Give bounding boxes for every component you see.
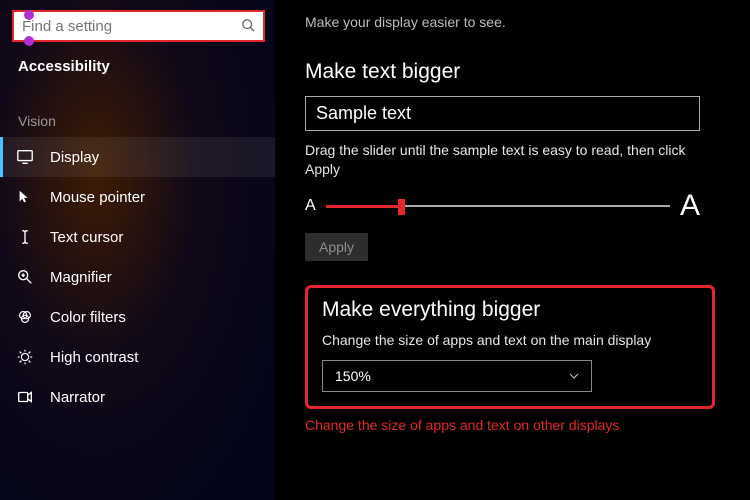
text-cursor-icon: [16, 228, 34, 246]
sidebar-item-display[interactable]: Display: [0, 137, 275, 177]
slider-track: [401, 205, 670, 207]
sidebar-item-label: Text cursor: [50, 229, 123, 246]
intro-text: Make your display easier to see.: [305, 14, 730, 30]
sidebar-item-high-contrast[interactable]: High contrast: [0, 337, 275, 377]
scale-description: Change the size of apps and text on the …: [322, 332, 698, 348]
sidebar-item-label: Color filters: [50, 309, 126, 326]
sidebar-item-mouse-pointer[interactable]: Mouse pointer: [0, 177, 275, 217]
search-input[interactable]: [12, 10, 265, 42]
slider-max-label: A: [680, 189, 700, 223]
slider-description: Drag the slider until the sample text is…: [305, 141, 705, 179]
main-panel: Make your display easier to see. Make te…: [275, 0, 750, 500]
dropdown-value: 150%: [335, 368, 371, 384]
sidebar: Accessibility Vision Display Mouse point…: [0, 0, 275, 500]
sidebar-item-label: Mouse pointer: [50, 189, 145, 206]
slider-thumb[interactable]: [398, 199, 405, 215]
sidebar-item-color-filters[interactable]: Color filters: [0, 297, 275, 337]
heading-make-text-bigger: Make text bigger: [305, 60, 730, 84]
chevron-down-icon: [569, 371, 579, 381]
high-contrast-icon: [16, 348, 34, 366]
text-size-slider[interactable]: [326, 196, 670, 216]
magnifier-icon: [16, 268, 34, 286]
link-other-displays[interactable]: Change the size of apps and text on othe…: [305, 417, 730, 433]
display-scale-dropdown[interactable]: 150%: [322, 360, 592, 392]
sidebar-item-label: Display: [50, 149, 99, 166]
highlight-make-everything-bigger: Make everything bigger Change the size o…: [305, 285, 715, 409]
heading-make-everything-bigger: Make everything bigger: [322, 298, 698, 322]
sample-text-preview: Sample text: [305, 96, 700, 131]
sidebar-item-narrator[interactable]: Narrator: [0, 377, 275, 417]
slider-min-label: A: [305, 197, 316, 215]
text-size-slider-row: A A: [305, 189, 700, 223]
slider-track-filled: [326, 205, 402, 208]
text-caret-handle-icon: [24, 36, 34, 46]
sidebar-item-label: High contrast: [50, 349, 138, 366]
sidebar-item-magnifier[interactable]: Magnifier: [0, 257, 275, 297]
section-label-vision: Vision: [0, 75, 275, 137]
display-icon: [16, 148, 34, 166]
apply-button[interactable]: Apply: [305, 233, 368, 261]
narrator-icon: [16, 388, 34, 406]
sidebar-item-text-cursor[interactable]: Text cursor: [0, 217, 275, 257]
page-title: Accessibility: [0, 54, 275, 75]
mouse-pointer-icon: [16, 188, 34, 206]
sidebar-item-label: Narrator: [50, 389, 105, 406]
color-filters-icon: [16, 308, 34, 326]
search-icon: [241, 18, 255, 32]
text-caret-handle-icon: [24, 10, 34, 20]
sidebar-item-label: Magnifier: [50, 269, 112, 286]
search-container: [12, 10, 265, 42]
